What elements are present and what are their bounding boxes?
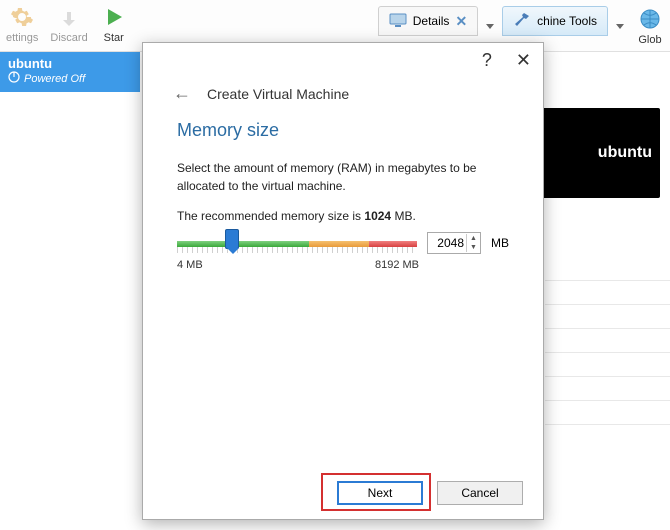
detail-rows-bg [545, 280, 670, 448]
unit-label: MB [491, 236, 509, 250]
spin-down-icon[interactable]: ▼ [467, 243, 480, 252]
next-button[interactable]: Next [337, 481, 423, 505]
create-vm-dialog: ? ✕ ← Create Virtual Machine Memory size… [142, 42, 544, 520]
discard-button[interactable]: Discard [44, 2, 93, 46]
machine-tools-tab[interactable]: chine Tools [502, 6, 608, 36]
back-icon[interactable]: ← [173, 83, 191, 104]
slider-thumb[interactable] [225, 229, 239, 249]
settings-button[interactable]: ettings [0, 2, 44, 46]
start-label: Star [104, 32, 124, 44]
power-icon [8, 71, 20, 86]
recommended-text: The recommended memory size is 1024 MB. [177, 209, 509, 223]
vm-preview-panel: ubuntu [540, 108, 670, 198]
discard-label: Discard [50, 32, 87, 44]
help-icon[interactable]: ? [482, 50, 492, 71]
section-title: Memory size [177, 120, 509, 141]
dialog-title: Create Virtual Machine [207, 86, 349, 102]
machine-tools-label: chine Tools [537, 14, 597, 28]
hammer-icon [513, 11, 531, 32]
memory-slider[interactable] [177, 231, 417, 255]
globe-icon [637, 6, 663, 32]
details-tab[interactable]: Details ✕ [378, 6, 478, 36]
global-tools-button[interactable]: Glob [630, 2, 670, 51]
memory-spinbox[interactable]: ▲ ▼ [427, 232, 481, 254]
details-label: Details [413, 14, 450, 28]
slider-max-label: 8192 MB [375, 259, 419, 271]
gear-icon [9, 4, 35, 30]
cancel-button[interactable]: Cancel [437, 481, 523, 505]
vm-state: Powered Off [8, 71, 132, 86]
discard-icon [56, 4, 82, 30]
settings-label: ettings [6, 32, 38, 44]
memory-input[interactable] [428, 236, 466, 250]
vm-thumbnail: ubuntu [540, 108, 660, 198]
start-button[interactable]: Star [94, 2, 134, 46]
vm-name: ubuntu [8, 56, 132, 71]
machine-tools-dropdown[interactable] [610, 2, 630, 51]
vm-list: ubuntu Powered Off [0, 52, 140, 92]
monitor-icon [389, 13, 407, 30]
play-icon [101, 4, 127, 30]
slider-min-label: 4 MB [177, 259, 203, 271]
spin-up-icon[interactable]: ▲ [467, 234, 480, 243]
global-label: Glob [638, 34, 661, 46]
dialog-description: Select the amount of memory (RAM) in meg… [177, 159, 509, 195]
close-icon[interactable]: ✕ [516, 50, 531, 71]
vm-item-ubuntu[interactable]: ubuntu Powered Off [0, 52, 140, 92]
close-details-icon[interactable]: ✕ [455, 13, 467, 30]
